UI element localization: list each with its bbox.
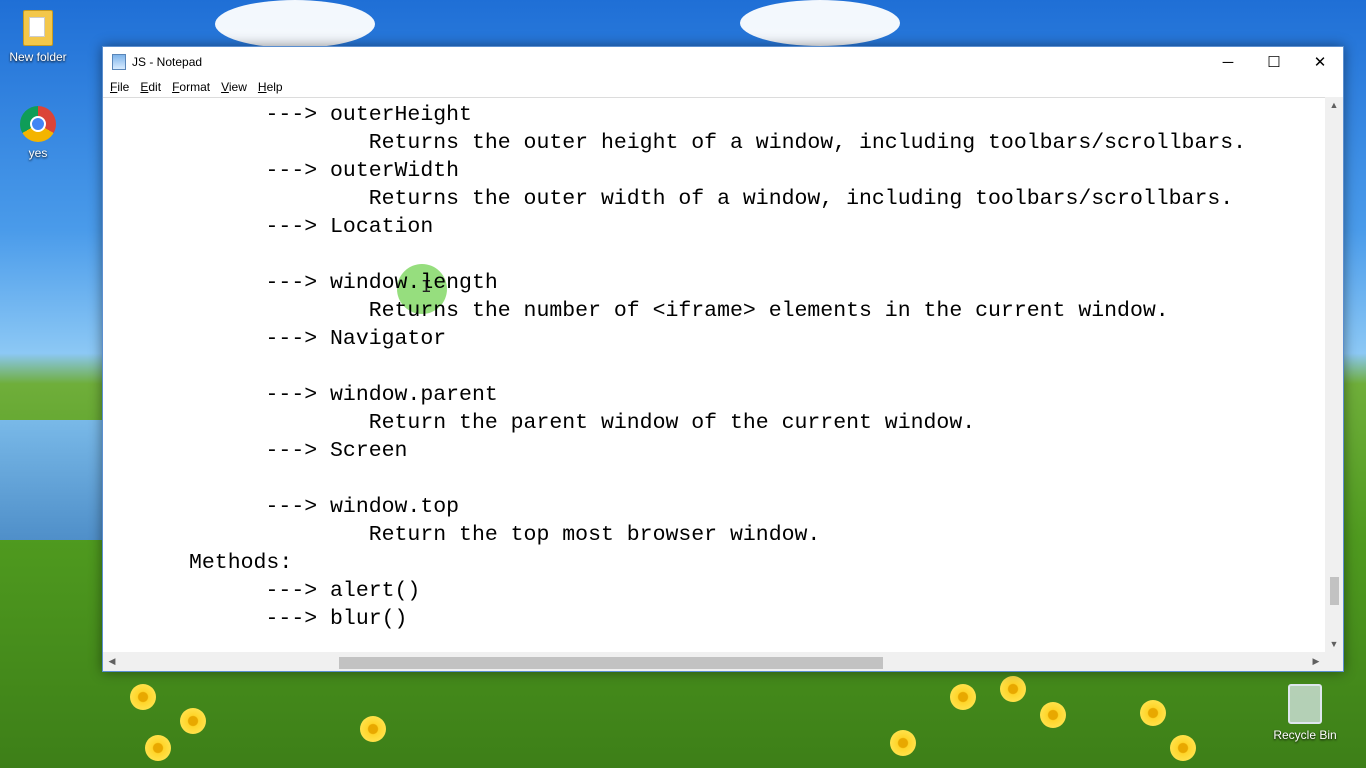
flower [360,716,386,742]
resize-grip[interactable] [1325,652,1343,671]
text-line: ---> Screen [201,439,408,463]
text-line: ---> window.parent [201,383,498,407]
text-line: ---> blur() [201,607,408,631]
scroll-up-arrow-icon[interactable]: ▲ [1325,97,1343,113]
flower [180,708,206,734]
flower [1170,735,1196,761]
flower [950,684,976,710]
title-bar[interactable]: JS - Notepad ─ ☐ ✕ [103,47,1343,77]
notepad-window: JS - Notepad ─ ☐ ✕ File Edit Format View… [102,46,1344,672]
text-line: ---> window.length [201,271,498,295]
text-line: ---> window.top [201,495,460,519]
menu-help[interactable]: Help [253,80,289,94]
cloud [740,0,900,46]
desktop-icon-label: New folder [9,50,67,64]
recycle-bin-icon [1288,684,1322,724]
text-editor[interactable]: I ---> outerHeight Returns the outer hei… [103,97,1325,653]
text-line: ---> outerWidth [201,159,460,183]
lake [0,420,110,540]
menu-bar: File Edit Format View Help [103,77,1343,97]
text-line: Returns the number of <iframe> elements … [201,299,1169,323]
menu-file[interactable]: File [105,80,135,94]
flower [145,735,171,761]
flower [1040,702,1066,728]
cloud [215,0,375,48]
menu-label: iew [228,80,247,94]
folder-icon [23,10,53,46]
desktop-icon-new-folder[interactable]: New folder [0,10,76,64]
desktop-icon-recycle-bin[interactable]: Recycle Bin [1267,684,1343,742]
close-button[interactable]: ✕ [1297,47,1343,77]
maximize-button[interactable]: ☐ [1251,47,1297,77]
scroll-down-arrow-icon[interactable]: ▼ [1325,636,1343,652]
text-line: ---> outerHeight [201,103,472,127]
text-line: Return the top most browser window. [201,523,821,547]
text-line: ---> alert() [201,579,421,603]
horizontal-scroll-thumb[interactable] [339,657,883,669]
menu-label: ile [117,80,130,94]
text-line: ---> Navigator [201,327,447,351]
menu-view[interactable]: View [216,80,253,94]
window-title: JS - Notepad [132,55,203,69]
chrome-icon [20,106,56,142]
desktop-icon-label: Recycle Bin [1273,728,1337,742]
text-line: ---> Location [201,215,434,239]
minimize-button[interactable]: ─ [1205,47,1251,77]
menu-format[interactable]: Format [167,80,216,94]
menu-accel: V [221,80,229,94]
flower [1140,700,1166,726]
menu-label: dit [148,80,162,94]
menu-label: ormat [179,80,211,94]
flower [1000,676,1026,702]
desktop-icon-chrome[interactable]: yes [0,106,76,160]
menu-accel: H [257,80,267,94]
text-line: Return the parent window of the current … [201,411,976,435]
text-line: Returns the outer width of a window, inc… [201,187,1234,211]
text-line: Returns the outer height of a window, in… [201,131,1247,155]
menu-edit[interactable]: Edit [135,80,167,94]
horizontal-scrollbar[interactable]: ◀ ▶ [103,652,1325,671]
desktop-icon-label: yes [28,146,48,160]
vertical-scrollbar[interactable]: ▲ ▼ [1325,97,1343,652]
text-line: Methods: [189,551,293,575]
notepad-icon [112,54,126,70]
scroll-right-arrow-icon[interactable]: ▶ [1307,652,1325,671]
flower [890,730,916,756]
menu-label: elp [266,80,283,94]
vertical-scroll-thumb[interactable] [1330,577,1339,605]
flower [130,684,156,710]
scroll-left-arrow-icon[interactable]: ◀ [103,652,121,671]
